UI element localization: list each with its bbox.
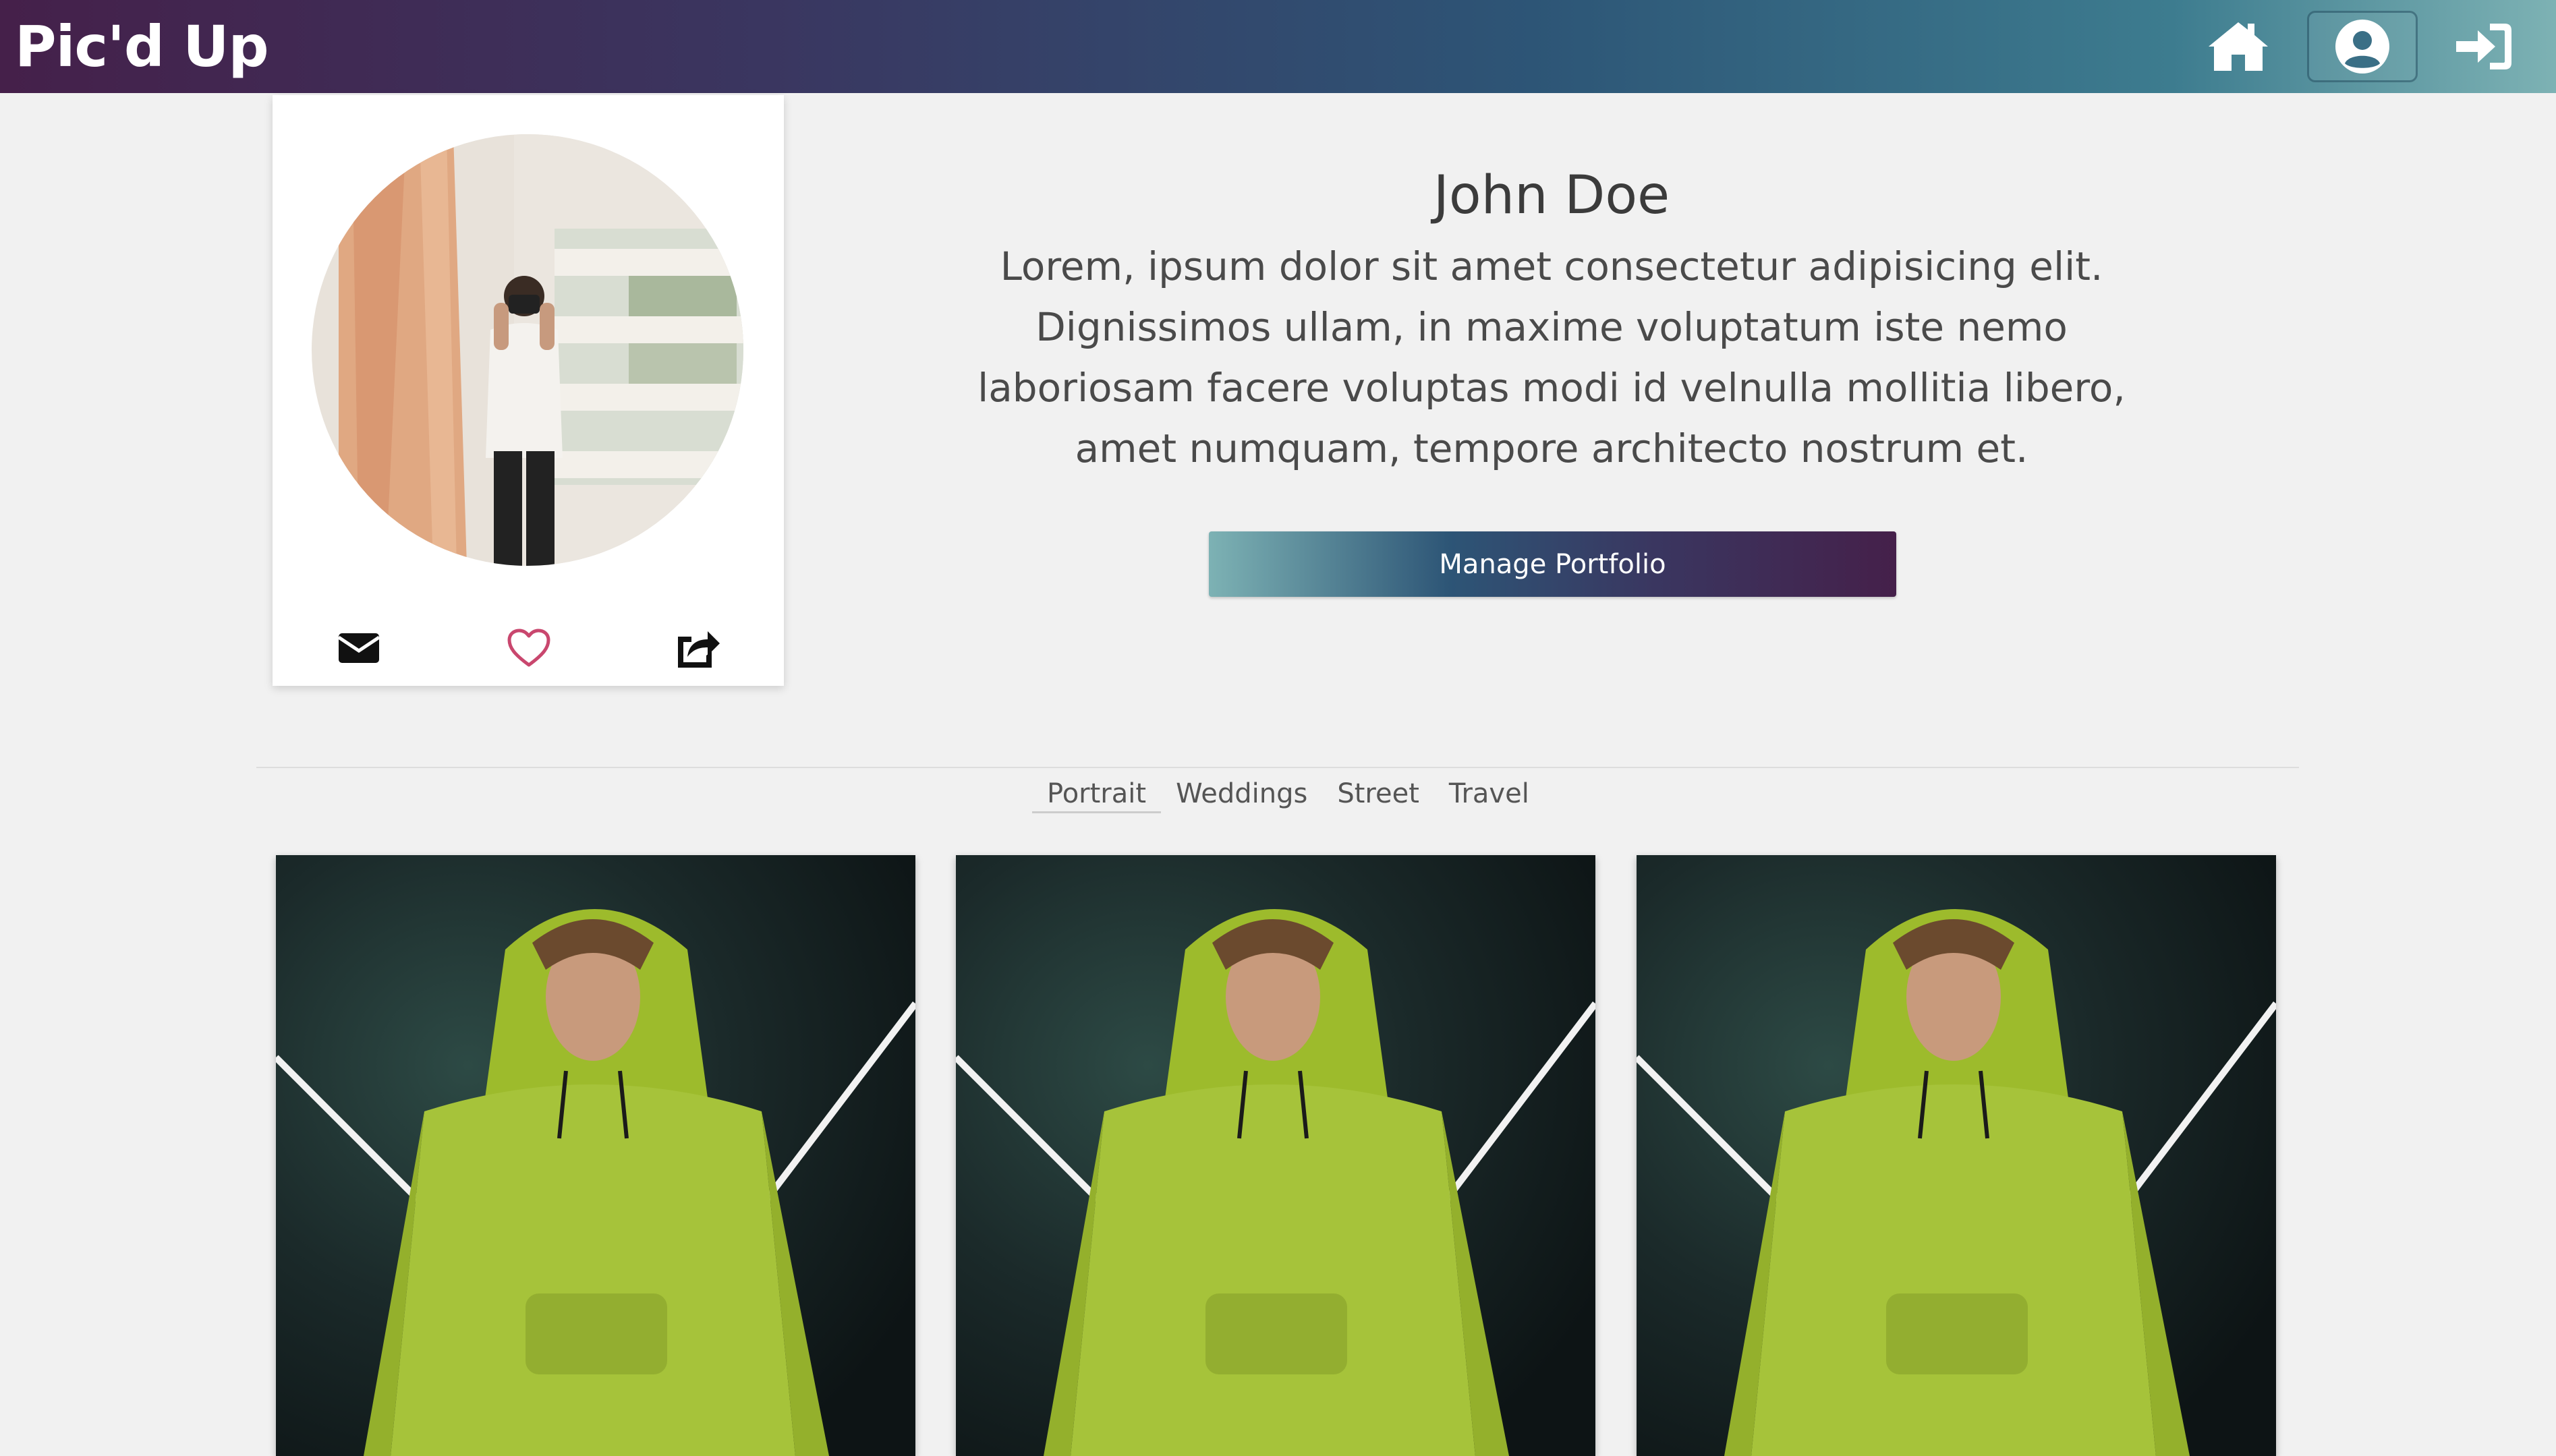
tab-travel[interactable]: Travel <box>1434 773 1544 813</box>
tab-weddings[interactable]: Weddings <box>1161 773 1322 813</box>
home-button[interactable] <box>2183 11 2294 82</box>
top-navbar: Pic'd Up <box>0 0 2556 93</box>
section-divider <box>256 767 2299 768</box>
portfolio-photo[interactable] <box>1637 855 2276 1456</box>
share-icon <box>678 631 720 668</box>
user-circle-icon <box>2335 20 2389 74</box>
login-button[interactable] <box>2429 11 2539 82</box>
tab-street[interactable]: Street <box>1322 773 1434 813</box>
home-icon <box>2209 22 2268 71</box>
share-button[interactable] <box>664 614 731 682</box>
heart-icon <box>507 629 550 667</box>
portfolio-photo[interactable] <box>956 855 1595 1456</box>
envelope-icon <box>337 633 380 663</box>
category-tabs: Portrait Weddings Street Travel <box>1032 773 1544 813</box>
sign-in-icon <box>2456 24 2511 69</box>
profile-name: John Doe <box>1433 165 1670 226</box>
brand-logo[interactable]: Pic'd Up <box>15 9 269 84</box>
portfolio-photo[interactable] <box>276 855 915 1456</box>
profile-avatar <box>312 134 743 566</box>
profile-button[interactable] <box>2307 11 2418 82</box>
message-button[interactable] <box>325 614 393 682</box>
favorite-button[interactable] <box>495 614 563 682</box>
manage-portfolio-button[interactable]: Manage Portfolio <box>1209 531 1896 597</box>
profile-card <box>273 95 784 686</box>
profile-bio: Lorem, ipsum dolor sit amet consectetur … <box>977 243 2126 471</box>
tab-portrait[interactable]: Portrait <box>1032 773 1162 813</box>
